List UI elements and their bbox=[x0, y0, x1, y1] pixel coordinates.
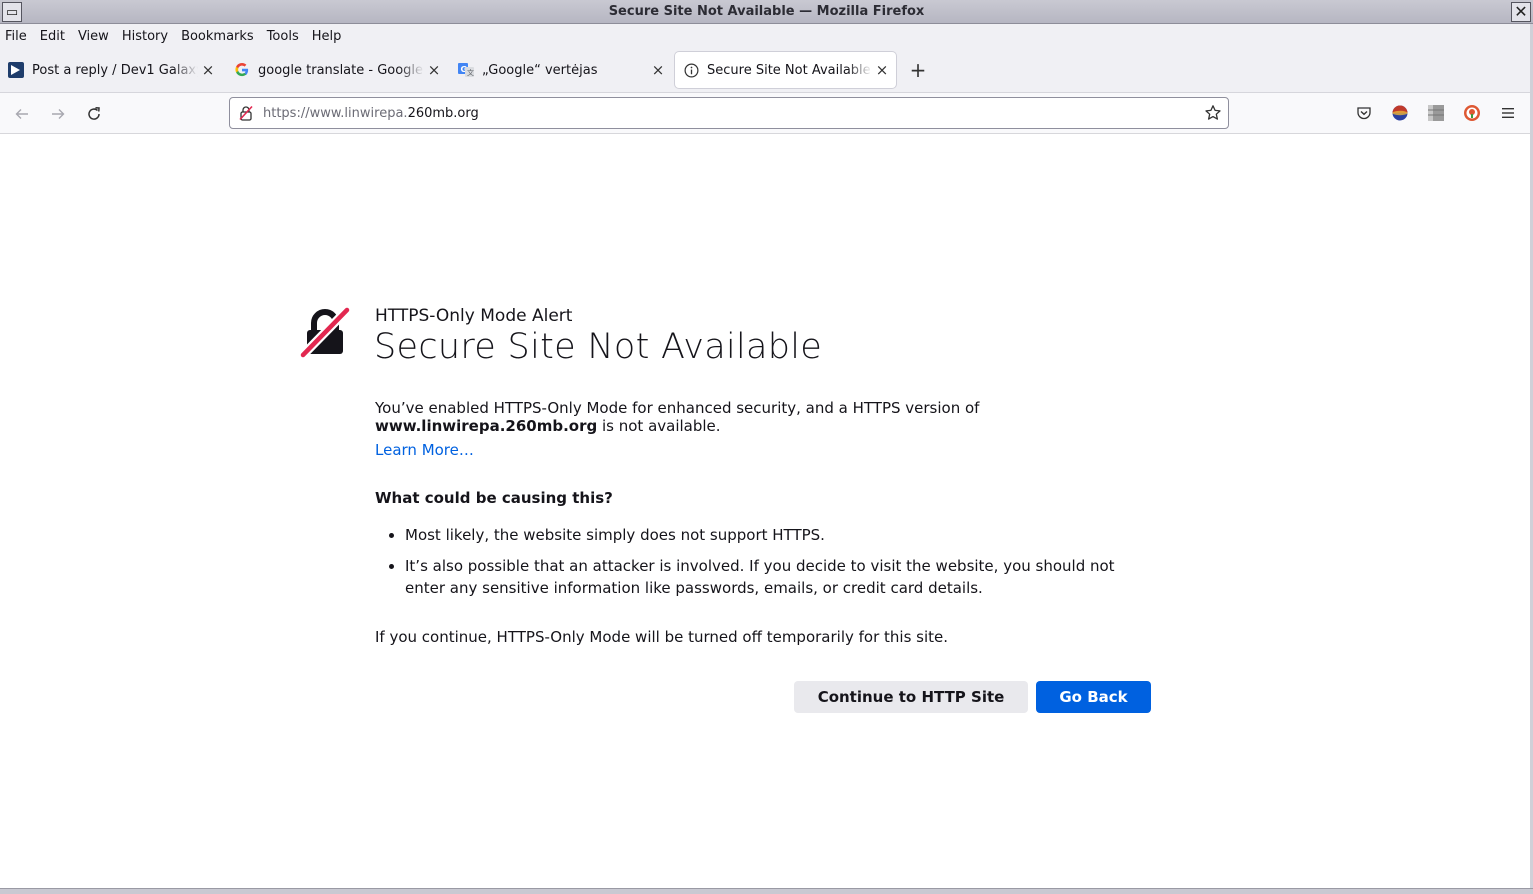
url-text[interactable]: https://www.linwirepa.260mb.org bbox=[263, 106, 479, 121]
svg-text:文: 文 bbox=[467, 68, 474, 77]
menu-view[interactable]: View bbox=[78, 29, 109, 44]
menu-bookmarks[interactable]: Bookmarks bbox=[181, 29, 254, 44]
description-text-end: is not available. bbox=[597, 417, 721, 435]
back-button[interactable] bbox=[11, 103, 33, 125]
menu-help[interactable]: Help bbox=[312, 29, 342, 44]
go-back-button[interactable]: Go Back bbox=[1036, 681, 1151, 713]
pocket-icon[interactable] bbox=[1354, 103, 1374, 123]
url-prefix: https://www.linwirepa. bbox=[263, 106, 408, 121]
menu-history[interactable]: History bbox=[122, 29, 168, 44]
error-description: You’ve enabled HTTPS-Only Mode for enhan… bbox=[375, 399, 1015, 435]
window-close-button[interactable]: ✕ bbox=[1511, 2, 1531, 22]
extension-globe-icon[interactable] bbox=[1390, 103, 1410, 123]
list-item: Most likely, the website simply does not… bbox=[405, 524, 1135, 546]
tab-strip: Post a reply / Dev1 Galaxy Forum × googl… bbox=[0, 48, 1533, 93]
tab-close-icon[interactable]: × bbox=[198, 61, 218, 79]
reload-button[interactable] bbox=[83, 103, 105, 125]
info-icon bbox=[683, 62, 699, 78]
tab-label: „Google“ vertėjas bbox=[482, 62, 598, 78]
google-translate-icon: G文 bbox=[458, 62, 474, 78]
tab-label: Post a reply / Dev1 Galaxy Forum bbox=[32, 62, 198, 78]
tab-google-translate[interactable]: G文 „Google“ vertėjas × bbox=[450, 52, 672, 88]
window-titlebar: ▭ Secure Site Not Available — Mozilla Fi… bbox=[0, 0, 1533, 24]
google-g-icon bbox=[234, 62, 250, 78]
tab-google-search[interactable]: google translate - Google Search × bbox=[226, 52, 448, 88]
tab-close-icon[interactable]: × bbox=[872, 61, 892, 79]
tab-label: google translate - Google Search bbox=[258, 62, 424, 78]
new-tab-button[interactable]: + bbox=[906, 58, 930, 82]
tab-close-icon[interactable]: × bbox=[648, 61, 668, 79]
broken-lock-icon bbox=[299, 306, 351, 359]
hamburger-menu-icon[interactable] bbox=[1498, 103, 1518, 123]
error-subtitle: HTTPS-Only Mode Alert bbox=[375, 306, 573, 326]
list-item: It’s also possible that an attacker is i… bbox=[405, 555, 1135, 599]
forward-button[interactable] bbox=[47, 103, 69, 125]
menu-file[interactable]: File bbox=[5, 29, 27, 44]
forward-arrow-icon bbox=[52, 109, 65, 119]
learn-more-link[interactable]: Learn More… bbox=[375, 441, 474, 459]
extension-grid-icon[interactable] bbox=[1426, 103, 1446, 123]
cause-list: Most likely, the website simply does not… bbox=[375, 524, 1135, 608]
menu-bar: File Edit View History Bookmarks Tools H… bbox=[0, 24, 1533, 48]
tab-secure-site-not-available[interactable]: Secure Site Not Available × bbox=[675, 52, 896, 88]
reload-icon bbox=[88, 107, 100, 120]
description-domain: www.linwirepa.260mb.org bbox=[375, 417, 598, 435]
tab-dev1-galaxy[interactable]: Post a reply / Dev1 Galaxy Forum × bbox=[0, 52, 222, 88]
window-title: Secure Site Not Available — Mozilla Fire… bbox=[608, 4, 925, 19]
page-content: HTTPS-Only Mode Alert Secure Site Not Av… bbox=[0, 134, 1533, 888]
dev1-galaxy-icon bbox=[8, 62, 24, 78]
duckduckgo-icon[interactable] bbox=[1462, 103, 1482, 123]
tab-label: Secure Site Not Available bbox=[707, 62, 871, 78]
continue-note: If you continue, HTTPS-Only Mode will be… bbox=[375, 628, 949, 646]
continue-to-http-button[interactable]: Continue to HTTP Site bbox=[794, 681, 1028, 713]
menu-edit[interactable]: Edit bbox=[40, 29, 65, 44]
menu-tools[interactable]: Tools bbox=[267, 29, 299, 44]
bookmark-star-icon[interactable] bbox=[1204, 104, 1222, 126]
cause-heading: What could be causing this? bbox=[375, 489, 613, 507]
back-arrow-icon bbox=[15, 109, 28, 119]
tab-close-icon[interactable]: × bbox=[424, 61, 444, 79]
window-bottom-border bbox=[0, 888, 1533, 894]
insecure-lock-icon[interactable] bbox=[238, 105, 254, 125]
url-bar[interactable]: https://www.linwirepa.260mb.org bbox=[229, 97, 1229, 129]
page-title: Secure Site Not Available bbox=[374, 327, 823, 367]
navigation-toolbar: https://www.linwirepa.260mb.org bbox=[0, 93, 1533, 134]
description-text: You’ve enabled HTTPS-Only Mode for enhan… bbox=[375, 399, 980, 417]
url-domain: 260mb.org bbox=[407, 106, 479, 121]
